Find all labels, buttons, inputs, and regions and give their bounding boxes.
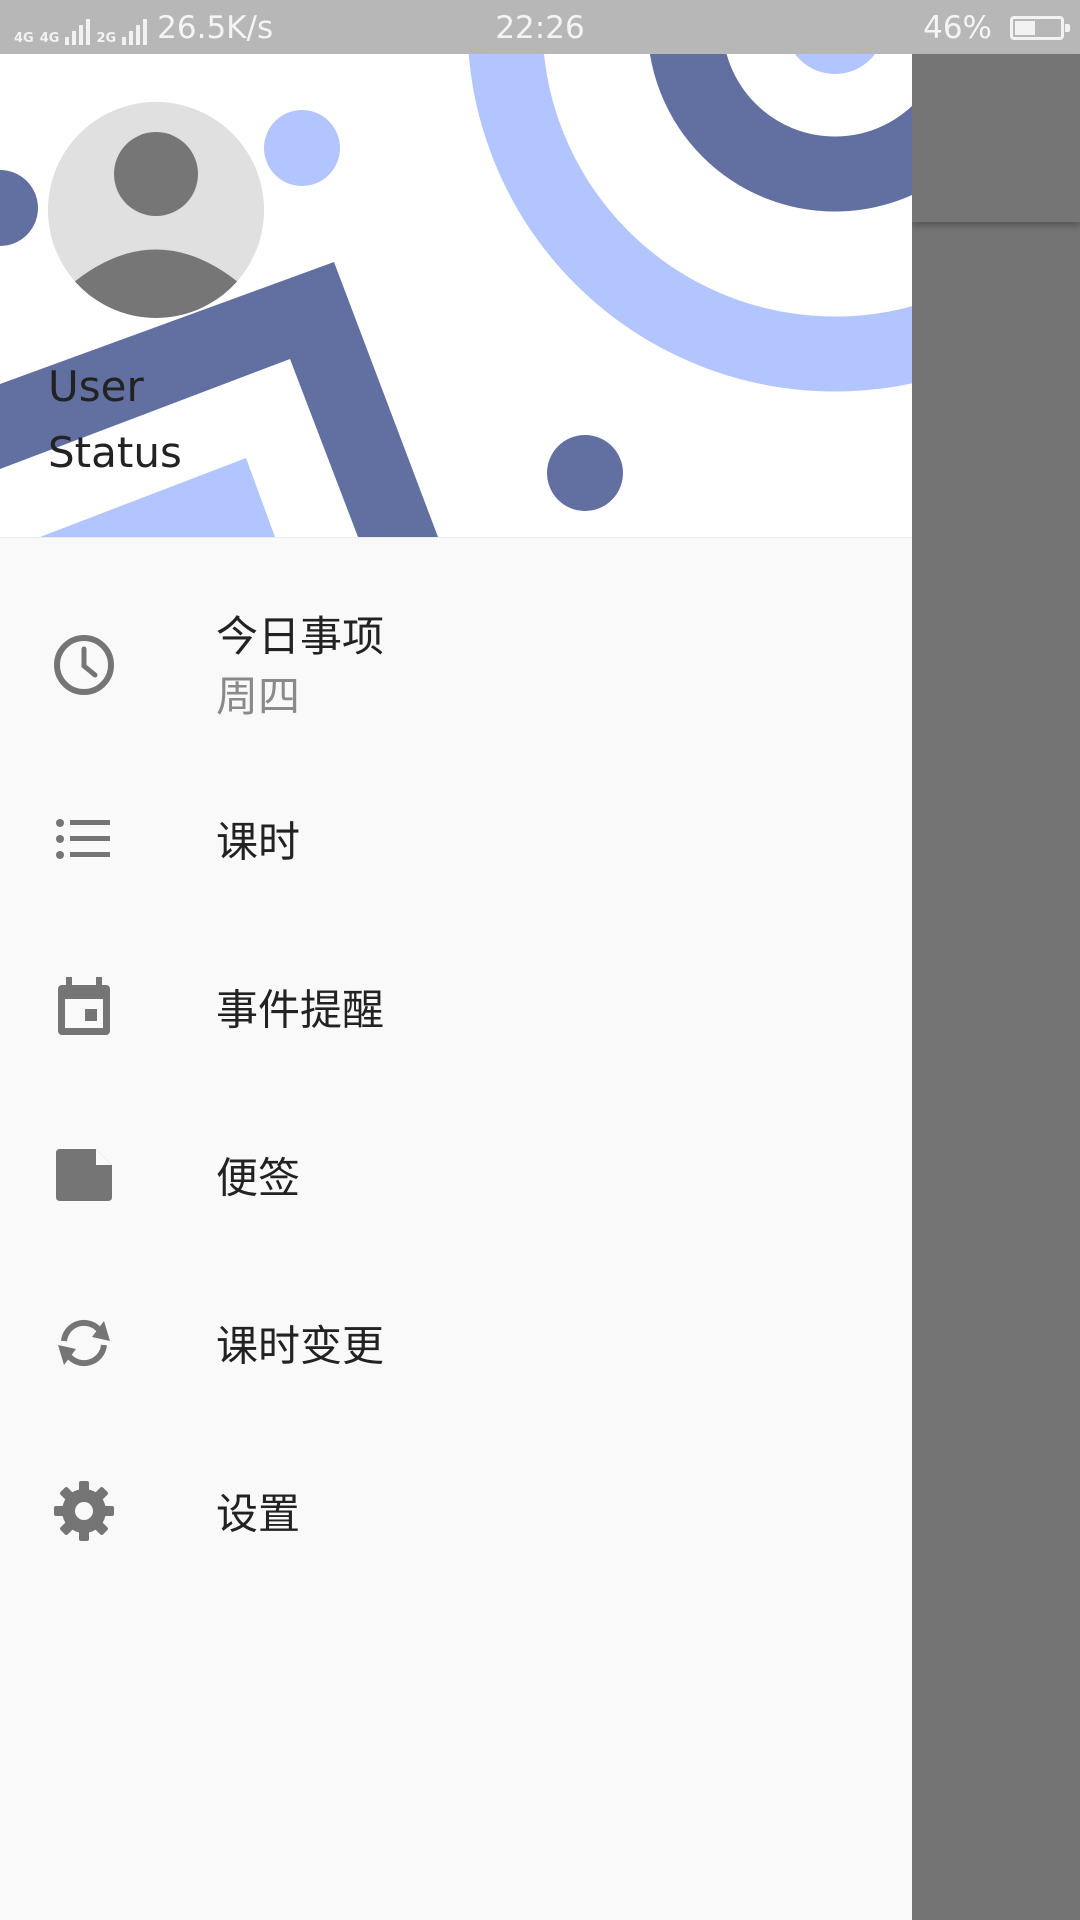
dot-dark xyxy=(547,435,623,511)
battery-icon xyxy=(1010,16,1070,40)
note-icon xyxy=(56,1149,112,1201)
menu-item-label: 课时变更 xyxy=(216,1321,385,1371)
menu-item-label: 事件提醒 xyxy=(216,985,385,1035)
ring-center xyxy=(795,54,875,74)
ring-dark xyxy=(649,54,912,212)
menu-item-settings[interactable]: 设置 xyxy=(0,1427,912,1595)
menu-item-lesson-changes[interactable]: 课时变更 xyxy=(0,1259,912,1427)
app-toolbar-dimmed xyxy=(912,54,1080,222)
menu-item-label: 课时 xyxy=(216,817,301,867)
menu-item-notes[interactable]: 便签 xyxy=(0,1091,912,1259)
menu-item-today[interactable]: 今日事项 周四 xyxy=(0,559,912,755)
sync-icon xyxy=(58,1319,110,1367)
menu-item-label: 便签 xyxy=(216,1153,301,1203)
battery-percent: 46% xyxy=(923,10,992,46)
clock-icon xyxy=(54,635,114,695)
list-icon xyxy=(56,819,110,859)
menu-item-reminders[interactable]: 事件提醒 xyxy=(0,923,912,1091)
dot-left xyxy=(0,170,38,246)
user-name: User xyxy=(48,362,144,411)
drawer-scrim[interactable] xyxy=(912,54,1080,1920)
user-status: Status xyxy=(48,428,182,477)
drawer-header: User Status xyxy=(0,54,912,538)
gear-icon xyxy=(54,1481,114,1541)
menu-item-sublabel: 周四 xyxy=(216,672,301,721)
menu-item-lessons[interactable]: 课时 xyxy=(0,755,912,923)
menu-item-label: 设置 xyxy=(216,1489,301,1539)
menu-item-label: 今日事项 xyxy=(216,612,385,661)
navigation-drawer: User Status 今日事项 周四 课时 事件提醒 便签 课时变更 设置 xyxy=(0,54,912,1920)
avatar[interactable] xyxy=(48,102,264,318)
clock: 22:26 xyxy=(495,10,585,46)
dot-light xyxy=(264,110,340,186)
status-bar: 4G 4G 2G 26.5K/s 22:26 46% xyxy=(0,0,1080,54)
calendar-icon xyxy=(58,977,110,1035)
person-icon xyxy=(48,102,264,318)
drawer-menu: 今日事项 周四 课时 事件提醒 便签 课时变更 设置 xyxy=(0,559,912,1595)
